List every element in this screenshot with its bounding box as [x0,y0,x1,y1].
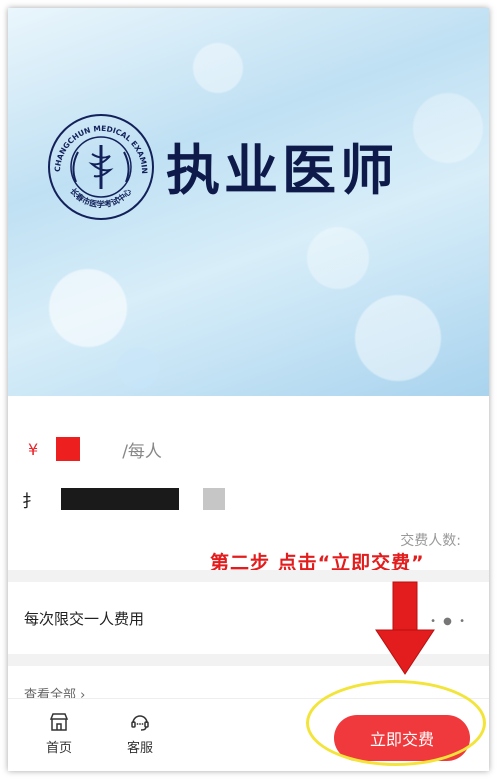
product-title-redacted [61,488,179,510]
pay-button-highlight-ring [306,680,486,766]
price-currency-symbol: ¥ [28,439,39,459]
page-frame: CHANGCHUN MEDICAL EXAMINATION CENTER 长春市… [8,8,489,771]
headset-icon [131,715,149,731]
banner-title: 执业医师 [166,138,398,202]
exam-center-emblem-icon: CHANGCHUN MEDICAL EXAMINATION CENTER 长春市… [46,112,154,220]
payers-count-label: 交费人数: [400,533,461,549]
price-row: ¥ /每人 [28,434,162,464]
nav-home[interactable]: 首页 [34,711,84,756]
product-title-prefix: 扌 [22,491,39,512]
limit-notice-text: 每次限交一人费用 [24,609,145,628]
store-icon [49,713,69,731]
nav-service-label: 客服 [126,741,153,756]
product-title-redacted-extra [203,488,225,510]
nav-customer-service[interactable]: 客服 [115,711,165,756]
product-banner: CHANGCHUN MEDICAL EXAMINATION CENTER 长春市… [8,8,489,396]
price-unit: /每人 [122,441,162,462]
red-down-arrow-icon [375,581,435,675]
nav-home-label: 首页 [45,741,72,756]
product-title-row: 扌 [22,486,225,512]
price-redacted [56,437,81,461]
